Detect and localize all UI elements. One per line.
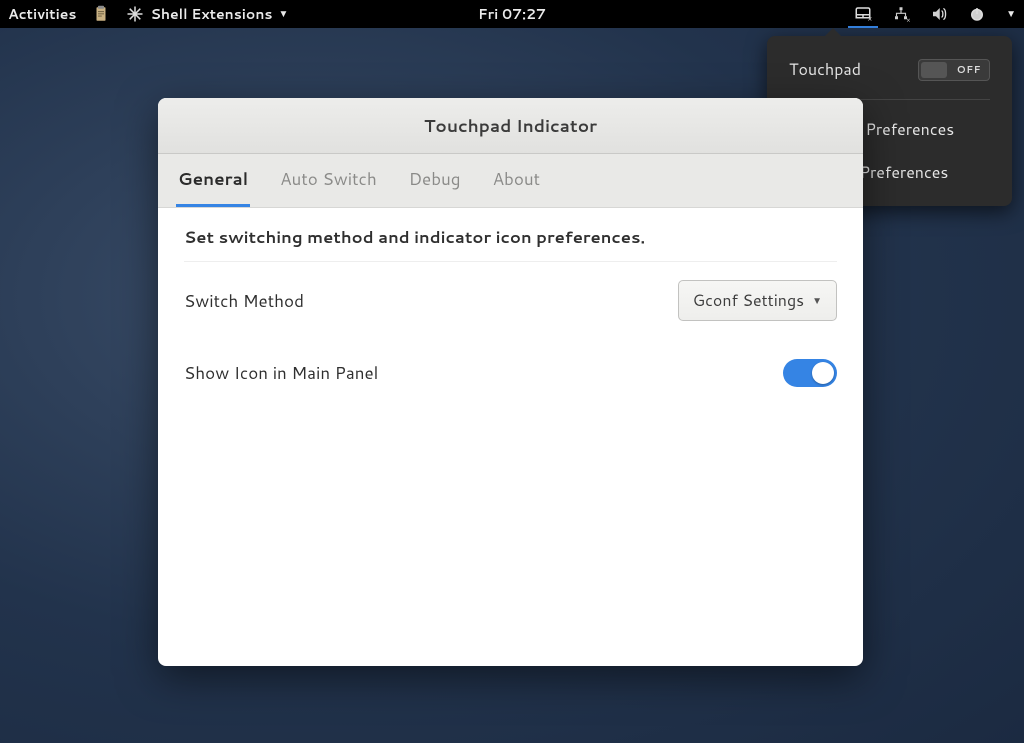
window-title: Touchpad Indicator [424,114,597,138]
chevron-down-icon: ▼ [278,7,288,21]
panel-left: Activities Shell Extensions ▼ [8,4,288,24]
switch-method-label: Switch Method [184,289,304,313]
top-panel: Activities Shell Extensions ▼ Fri 07:27 … [0,0,1024,28]
section-description: Set switching method and indicator icon … [184,226,837,262]
shell-extensions-label: Shell Extensions [150,4,272,24]
activities-button[interactable]: Activities [8,4,76,24]
network-icon[interactable]: × [892,5,910,23]
toggle-knob [921,62,947,78]
chevron-down-icon: ▼ [812,294,822,308]
preferences-window: Touchpad Indicator General Auto Switch D… [158,98,863,666]
tab-debug[interactable]: Debug [407,154,463,207]
power-icon[interactable] [968,5,986,23]
show-icon-switch[interactable] [783,359,837,387]
extensions-icon [126,5,144,23]
switch-method-value: Gconf Settings [693,289,804,312]
clock[interactable]: Fri 07:27 [478,4,546,24]
tab-auto-switch[interactable]: Auto Switch [278,154,379,207]
svg-text:×: × [868,15,873,24]
tab-general[interactable]: General [176,154,250,207]
tab-content: Set switching method and indicator icon … [158,208,863,443]
touchpad-indicator-icon[interactable]: × [854,5,872,23]
clipboard-icon[interactable] [92,5,110,23]
touchpad-toggle-row[interactable]: Touchpad OFF [767,48,1012,91]
switch-knob [812,362,834,384]
shell-extensions-menu[interactable]: Shell Extensions ▼ [126,4,288,24]
volume-icon[interactable] [930,5,948,23]
system-menu-chevron-icon[interactable]: ▼ [1006,7,1016,21]
tab-bar: General Auto Switch Debug About [158,154,863,208]
window-titlebar[interactable]: Touchpad Indicator [158,98,863,154]
toggle-state-text: OFF [957,63,981,77]
show-icon-row: Show Icon in Main Panel [184,359,837,387]
touchpad-toggle[interactable]: OFF [918,59,990,81]
panel-right: × × ▼ [854,5,1016,23]
tab-about[interactable]: About [491,154,543,207]
touchpad-label: Touchpad [789,58,861,81]
switch-method-row: Switch Method Gconf Settings ▼ [184,280,837,321]
svg-text:×: × [906,16,910,23]
switch-method-combo[interactable]: Gconf Settings ▼ [678,280,837,321]
show-icon-label: Show Icon in Main Panel [184,361,378,385]
